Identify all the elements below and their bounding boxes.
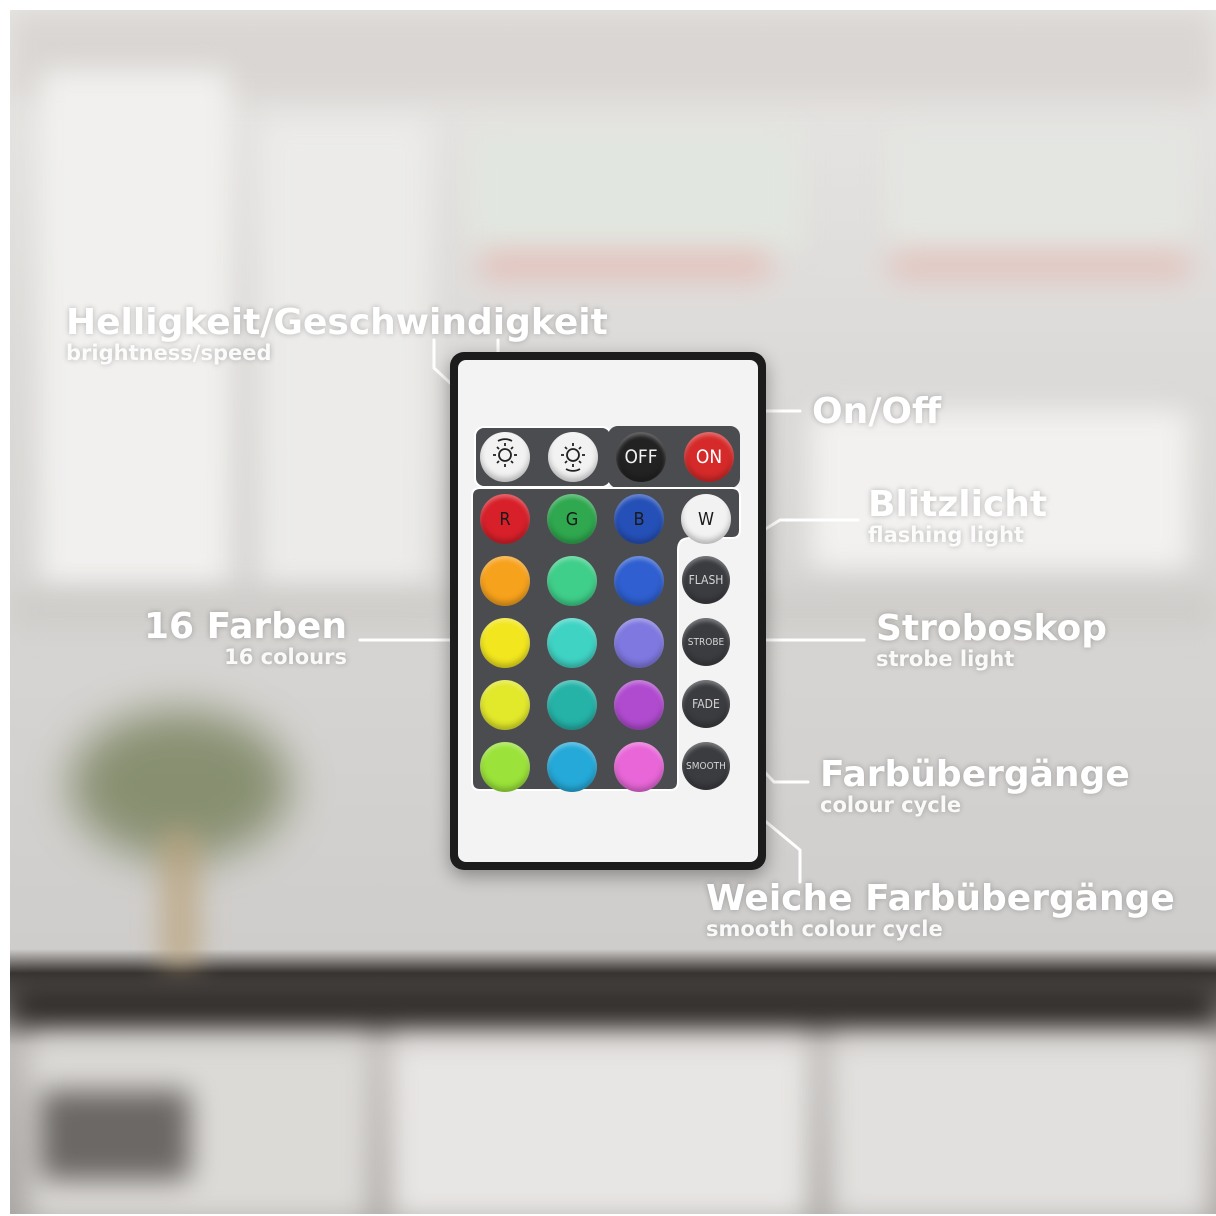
ir-remote-control: OFF ON R G B W FLASH STROBE FADE SMOOTH [450, 352, 766, 870]
label-colors-main: 16 Farben [144, 606, 347, 647]
label-fade-main: Farbübergänge [820, 754, 1130, 795]
remote-face: OFF ON R G B W FLASH STROBE FADE SMOOTH [458, 360, 758, 862]
sun-up-icon [556, 438, 590, 477]
on-button[interactable]: ON [684, 432, 734, 482]
on-label: ON [695, 446, 723, 468]
label-flash-main: Blitzlicht [868, 484, 1048, 525]
color-button-r3c0[interactable] [480, 680, 530, 730]
label-16-colours: 16 Farben 16 colours [144, 608, 347, 669]
brightness-down-button[interactable] [480, 432, 530, 482]
smooth-label: SMOOTH [686, 760, 726, 772]
flash-label: FLASH [688, 573, 724, 587]
off-label: OFF [624, 446, 658, 468]
label-fade-sub: colour cycle [820, 793, 962, 817]
smooth-button[interactable]: SMOOTH [682, 742, 730, 790]
label-flash-sub: flashing light [868, 523, 1025, 547]
off-button[interactable]: OFF [616, 432, 666, 482]
label-onoff-main: On/Off [812, 391, 942, 432]
flash-button[interactable]: FLASH [682, 556, 730, 604]
color-button-r2c2[interactable] [614, 618, 664, 668]
color-button-r1c1[interactable] [547, 556, 597, 606]
label-fade: Farbübergänge colour cycle [820, 756, 1130, 817]
color-button-r3c2[interactable] [614, 680, 664, 730]
color-button-label: G [565, 508, 579, 530]
label-brightness-main: Helligkeit/Geschwindigkeit [66, 302, 608, 343]
label-brightness-speed: Helligkeit/Geschwindigkeit brightness/sp… [66, 304, 608, 365]
label-brightness-sub: brightness/speed [66, 341, 272, 365]
color-button-r4c2[interactable] [614, 742, 664, 792]
color-button-r4c0[interactable] [480, 742, 530, 792]
color-button-r1c0[interactable] [480, 556, 530, 606]
color-button-r1c2[interactable] [614, 556, 664, 606]
color-button-b[interactable]: B [614, 494, 664, 544]
label-smooth: Weiche Farbübergänge smooth colour cycle [706, 880, 1175, 941]
color-button-r3c1[interactable] [547, 680, 597, 730]
color-button-g[interactable]: G [547, 494, 597, 544]
label-smooth-main: Weiche Farbübergänge [706, 878, 1175, 919]
label-smooth-sub: smooth colour cycle [706, 917, 943, 941]
brightness-up-button[interactable] [548, 432, 598, 482]
strobe-label: STROBE [687, 636, 725, 648]
strobe-button[interactable]: STROBE [682, 618, 730, 666]
color-button-label: R [499, 508, 511, 530]
color-button-r[interactable]: R [480, 494, 530, 544]
label-on-off: On/Off [812, 393, 941, 431]
sun-down-icon [488, 437, 522, 477]
label-strobe: Stroboskop strobe light [876, 610, 1107, 671]
color-button-r2c1[interactable] [547, 618, 597, 668]
color-button-r4c1[interactable] [547, 742, 597, 792]
color-button-label: W [697, 508, 714, 530]
color-button-w[interactable]: W [681, 494, 731, 544]
color-button-label: B [633, 508, 645, 530]
label-colors-sub: 16 colours [224, 645, 347, 669]
fade-label: FADE [692, 697, 720, 711]
color-button-r2c0[interactable] [480, 618, 530, 668]
label-strobe-sub: strobe light [876, 647, 1015, 671]
fade-button[interactable]: FADE [682, 680, 730, 728]
label-flash: Blitzlicht flashing light [868, 486, 1047, 547]
label-strobe-main: Stroboskop [876, 608, 1108, 649]
